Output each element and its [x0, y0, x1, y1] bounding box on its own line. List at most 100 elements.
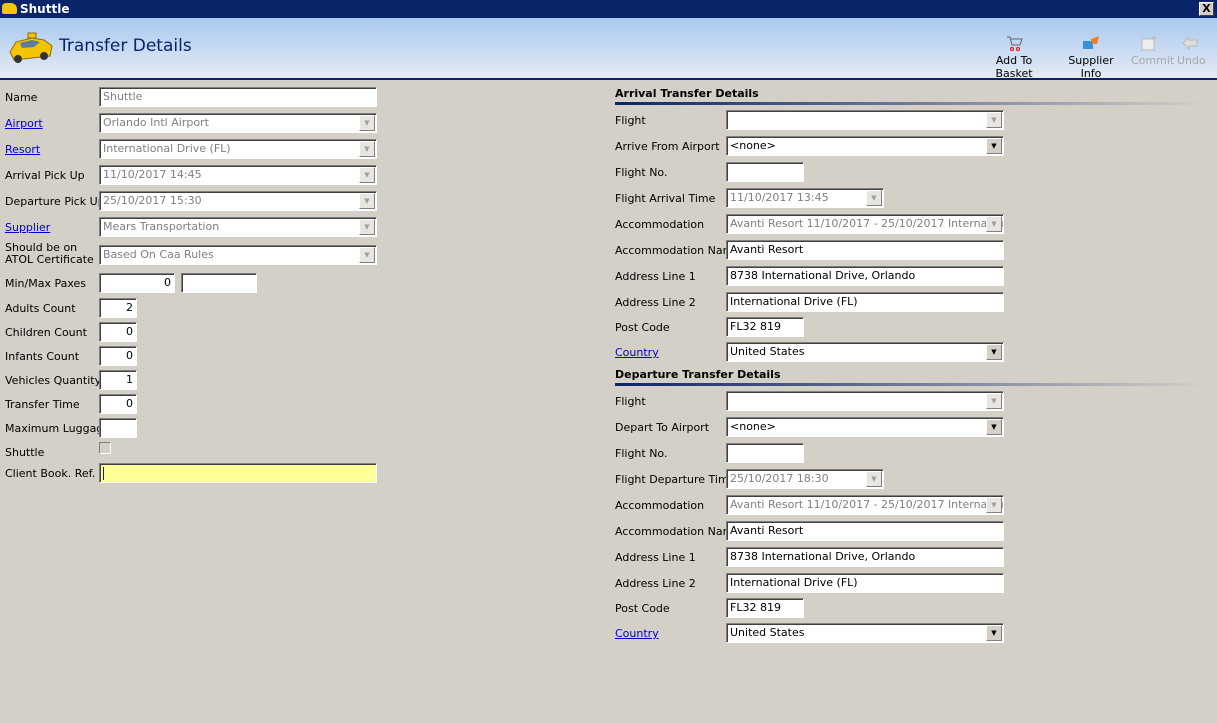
- field-value: 0: [164, 276, 171, 289]
- departure-address-line-2-field[interactable]: International Drive (FL): [726, 573, 1004, 593]
- supplier-dropdown[interactable]: Mears Transportation ▼: [99, 217, 377, 237]
- chevron-down-icon[interactable]: ▼: [359, 167, 375, 183]
- field-value: 0: [126, 397, 133, 410]
- close-button[interactable]: X: [1199, 2, 1214, 16]
- arrival-flight-dropdown[interactable]: ▼: [726, 110, 1004, 130]
- shuttle-checkbox[interactable]: [99, 442, 111, 454]
- client-book-ref-field[interactable]: [99, 463, 377, 483]
- departure-flight-no-field[interactable]: [726, 443, 804, 463]
- field-value: International Drive (FL): [103, 142, 231, 155]
- max-paxes-field[interactable]: [181, 273, 257, 293]
- shuttle-label: Shuttle: [5, 446, 45, 459]
- departure-address-line-1-field[interactable]: 8738 International Drive, Orlando: [726, 547, 1004, 567]
- arrival-country-label[interactable]: Country: [615, 346, 659, 359]
- chevron-down-icon[interactable]: ▼: [986, 138, 1002, 154]
- chevron-down-icon[interactable]: ▼: [866, 471, 882, 487]
- departure-accommodation-name-field[interactable]: Avanti Resort: [726, 521, 1004, 541]
- chevron-down-icon[interactable]: ▼: [986, 344, 1002, 360]
- departure-flight-departure-time-dropdown[interactable]: 25/10/2017 18:30 ▼: [726, 469, 884, 489]
- arrival-arrive-from-airport-dropdown[interactable]: <none> ▼: [726, 136, 1004, 156]
- departure-accommodation-dropdown[interactable]: Avanti Resort 11/10/2017 - 25/10/2017 In…: [726, 495, 1004, 515]
- field-value: Orlando Intl Airport: [103, 116, 209, 129]
- departure-flight-dropdown[interactable]: ▼: [726, 391, 1004, 411]
- chevron-down-icon[interactable]: ▼: [986, 497, 1002, 513]
- arrival-post-code-field[interactable]: FL32 819: [726, 317, 804, 337]
- toolbar-label: Supplier Info: [1068, 54, 1114, 80]
- chevron-down-icon[interactable]: ▼: [986, 216, 1002, 232]
- field-value: Shuttle: [103, 90, 143, 103]
- field-value: Avanti Resort: [730, 243, 804, 256]
- vehicles-quantity-field[interactable]: 1: [99, 370, 137, 390]
- field-value: 25/10/2017 15:30: [103, 194, 202, 207]
- supplier-label[interactable]: Supplier: [5, 221, 50, 234]
- infants-count-field[interactable]: 0: [99, 346, 137, 366]
- arrival-accommodation-dropdown[interactable]: Avanti Resort 11/10/2017 - 25/10/2017 In…: [726, 214, 1004, 234]
- should-be-on-dropdown[interactable]: Based On Caa Rules ▼: [99, 245, 377, 265]
- page-title: Transfer Details: [59, 36, 192, 56]
- arrival-country-dropdown[interactable]: United States ▼: [726, 342, 1004, 362]
- departure-country-dropdown[interactable]: United States ▼: [726, 623, 1004, 643]
- vehicles-quantity-label: Vehicles Quantity: [5, 374, 102, 387]
- chevron-down-icon[interactable]: ▼: [986, 112, 1002, 128]
- maximum-luggage-field[interactable]: [99, 418, 137, 438]
- arrival-flight-no-label: Flight No.: [615, 166, 668, 179]
- add-to-basket-button[interactable]: Add To Basket: [980, 34, 1048, 80]
- undo-button[interactable]: Undo: [1177, 34, 1206, 67]
- resort-label[interactable]: Resort: [5, 143, 40, 156]
- field-value: Avanti Resort 11/10/2017 - 25/10/2017 In…: [730, 217, 1003, 230]
- chevron-down-icon[interactable]: ▼: [359, 219, 375, 235]
- chevron-down-icon[interactable]: ▼: [986, 419, 1002, 435]
- departure-accommodation-name-label: Accommodation Name: [615, 525, 741, 538]
- arrival-address-line-1-label: Address Line 1: [615, 270, 696, 283]
- chevron-down-icon[interactable]: ▼: [359, 115, 375, 131]
- arrival-flight-no-field[interactable]: [726, 162, 804, 182]
- min-paxes-field[interactable]: 0: [99, 273, 175, 293]
- airport-dropdown[interactable]: Orlando Intl Airport ▼: [99, 113, 377, 133]
- field-value: FL32 819: [730, 320, 781, 333]
- chevron-down-icon[interactable]: ▼: [359, 141, 375, 157]
- departure-post-code-field[interactable]: FL32 819: [726, 598, 804, 618]
- departure-depart-to-airport-label: Depart To Airport: [615, 421, 710, 434]
- field-value: Mears Transportation: [103, 220, 220, 233]
- section-divider: [615, 102, 1205, 105]
- arrival-post-code-label: Post Code: [615, 321, 670, 334]
- chevron-down-icon[interactable]: ▼: [986, 625, 1002, 641]
- chevron-down-icon[interactable]: ▼: [359, 193, 375, 209]
- supplier-info-button[interactable]: Supplier Info: [1060, 34, 1122, 80]
- transfer-time-field[interactable]: 0: [99, 394, 137, 414]
- arrival-flight-arrival-time-dropdown[interactable]: 11/10/2017 13:45 ▼: [726, 188, 884, 208]
- field-value: 0: [126, 349, 133, 362]
- commit-button[interactable]: Commit: [1131, 34, 1174, 67]
- arrival-address-line-1-field[interactable]: 8738 International Drive, Orlando: [726, 266, 1004, 286]
- arrival-transfer-details-heading: Arrival Transfer Details: [615, 87, 759, 100]
- name-field[interactable]: Shuttle: [99, 87, 377, 107]
- departure-country-label[interactable]: Country: [615, 627, 659, 640]
- arrival-pick-up-dropdown[interactable]: 11/10/2017 14:45 ▼: [99, 165, 377, 185]
- departure-pick-up-dropdown[interactable]: 25/10/2017 15:30 ▼: [99, 191, 377, 211]
- field-value: 2: [126, 301, 133, 314]
- departure-accommodation-label: Accommodation: [615, 499, 705, 512]
- field-value: International Drive (FL): [730, 295, 858, 308]
- departure-post-code-label: Post Code: [615, 602, 670, 615]
- adults-count-field[interactable]: 2: [99, 298, 137, 318]
- children-count-field[interactable]: 0: [99, 322, 137, 342]
- departure-transfer-details-heading: Departure Transfer Details: [615, 368, 781, 381]
- adults-count-label: Adults Count: [5, 302, 76, 315]
- transfer-time-label: Transfer Time: [5, 398, 80, 411]
- departure-flight-departure-time-label: Flight Departure Time: [615, 473, 736, 486]
- arrival-accommodation-name-field[interactable]: Avanti Resort: [726, 240, 1004, 260]
- min-max-paxes-label: Min/Max Paxes: [5, 277, 87, 290]
- chevron-down-icon[interactable]: ▼: [986, 393, 1002, 409]
- departure-depart-to-airport-dropdown[interactable]: <none> ▼: [726, 417, 1004, 437]
- arrival-address-line-2-field[interactable]: International Drive (FL): [726, 292, 1004, 312]
- chevron-down-icon[interactable]: ▼: [866, 190, 882, 206]
- airport-label[interactable]: Airport: [5, 117, 43, 130]
- field-value: <none>: [730, 139, 776, 152]
- arrival-accommodation-label: Accommodation: [615, 218, 705, 231]
- resort-dropdown[interactable]: International Drive (FL) ▼: [99, 139, 377, 159]
- field-value: 0: [126, 325, 133, 338]
- chevron-down-icon[interactable]: ▼: [359, 247, 375, 263]
- arrival-flight-label: Flight: [615, 114, 646, 127]
- field-value: 1: [126, 373, 133, 386]
- maximum-luggage-label: Maximum Luggage: [5, 422, 111, 435]
